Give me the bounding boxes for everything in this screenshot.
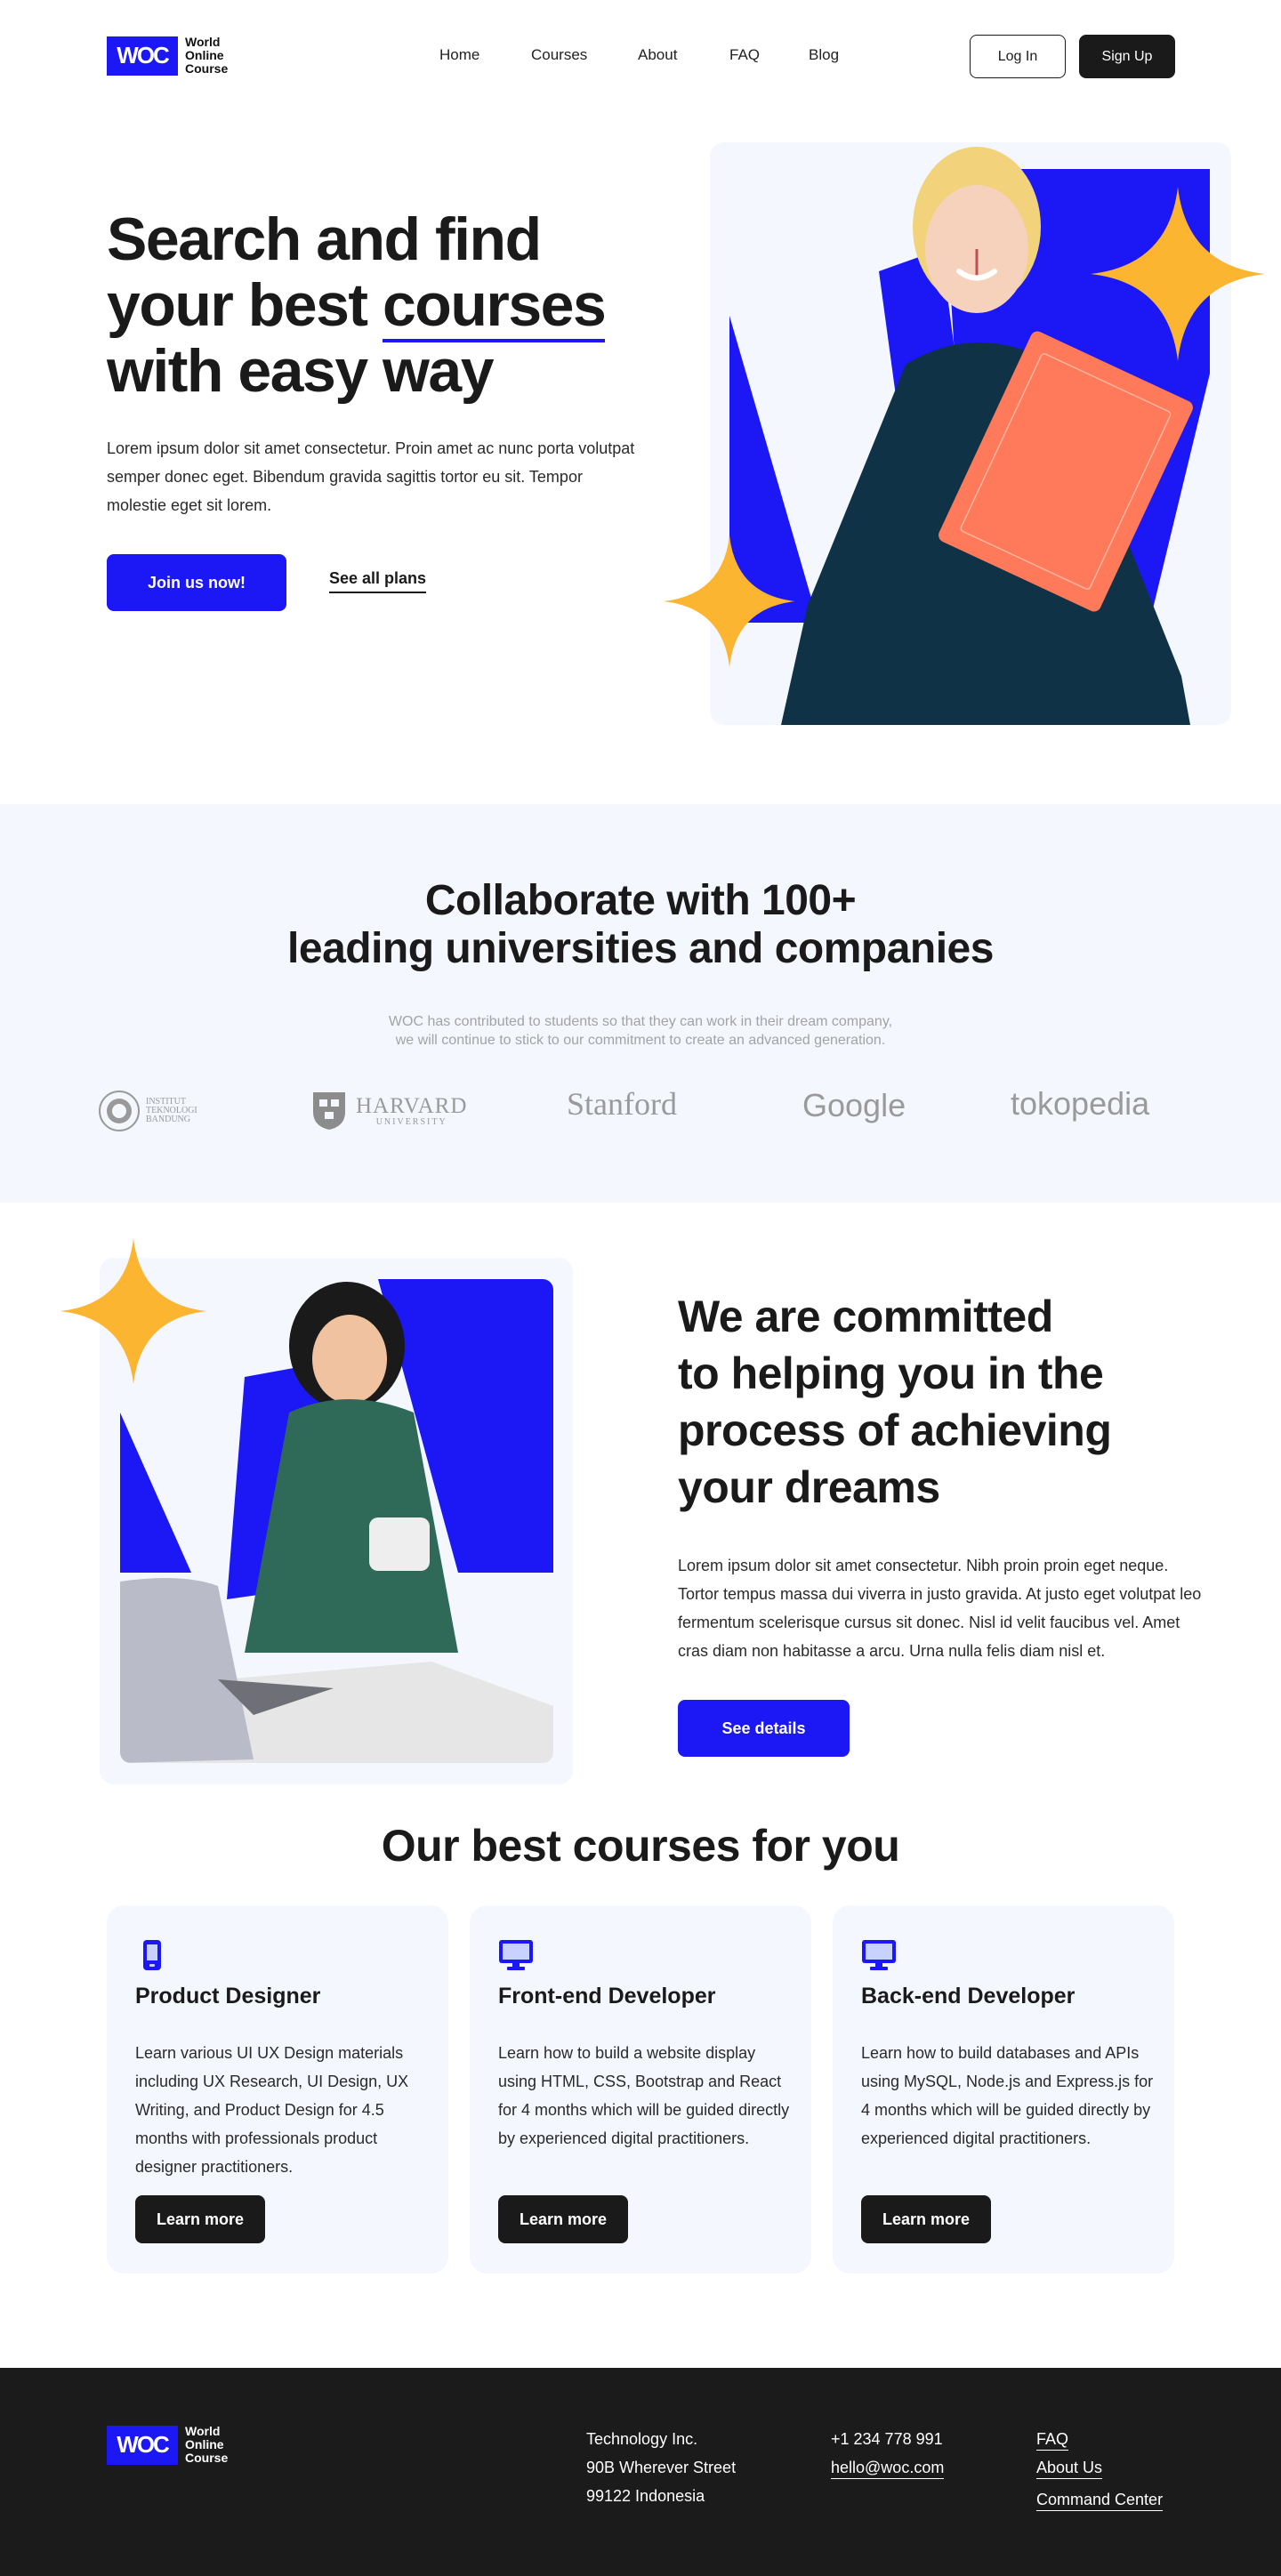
footer: WOC World Online Course Technology Inc. …: [0, 2368, 1281, 2576]
partners-section: [0, 804, 1281, 1203]
footer-links: FAQ About Us Command Center: [1036, 2425, 1164, 2514]
logo-mark: WOC: [107, 2425, 178, 2465]
signup-button[interactable]: Sign Up: [1079, 35, 1175, 78]
commitment-title: We are committed to helping you in the p…: [678, 1292, 1112, 1512]
course-description: Learn how to build databases and APIs us…: [861, 2044, 1154, 2147]
nav-faq[interactable]: FAQ: [729, 46, 760, 64]
learn-more-button[interactable]: Learn more: [135, 2195, 265, 2243]
nav-about[interactable]: About: [638, 46, 677, 64]
mobile-icon: [142, 1939, 162, 1976]
learn-more-button[interactable]: Learn more: [498, 2195, 628, 2243]
course-title: Front-end Developer: [498, 1984, 716, 2008]
star-icon: [60, 1238, 206, 1384]
see-all-plans-link[interactable]: See all plans: [329, 569, 427, 593]
learn-more-button[interactable]: Learn more: [861, 2195, 991, 2243]
logo-stanford: Stanford: [567, 1086, 677, 1122]
see-details-button[interactable]: See details: [678, 1700, 850, 1757]
join-us-button[interactable]: Join us now!: [107, 554, 286, 611]
courses-title: Our best courses for you: [381, 1821, 900, 1871]
monitor-icon: [861, 1939, 897, 1976]
star-icon: [1091, 187, 1265, 361]
nav-courses[interactable]: Courses: [531, 46, 587, 64]
login-button[interactable]: Log In: [970, 35, 1066, 78]
footer-link-about[interactable]: About Us: [1036, 2459, 1103, 2479]
harvard-shield-icon: [313, 1092, 345, 1130]
logo-google: Google: [802, 1087, 906, 1123]
logo-mark: WOC: [107, 36, 178, 76]
partners-title: Collaborate with 100+ leading universiti…: [287, 877, 994, 972]
course-card: Product Designer Learn various UI UX Des…: [107, 1905, 448, 2274]
monitor-icon: [498, 1939, 534, 1976]
course-description: Learn various UI UX Design materials inc…: [135, 2044, 409, 2176]
itb-emblem-icon: [99, 1091, 140, 1131]
logo-text: World Online Course: [185, 35, 229, 76]
nav-blog[interactable]: Blog: [809, 46, 839, 64]
hero-description: Lorem ipsum dolor sit amet consectetur. …: [107, 439, 635, 514]
course-card: Front-end Developer Learn how to build a…: [470, 1905, 811, 2274]
commitment-description: Lorem ipsum dolor sit amet consectetur. …: [678, 1557, 1202, 1660]
course-description: Learn how to build a website display usi…: [498, 2044, 790, 2147]
hero-title: Search and find your best courses with e…: [107, 205, 607, 405]
partners-subtitle: WOC has contributed to students so that …: [388, 1014, 893, 1048]
logo-harvard: HARVARD UNIVERSITY: [311, 1091, 467, 1131]
footer-contact: +1 234 778 991 hello@woc.com: [831, 2425, 945, 2482]
course-title: Product Designer: [135, 1984, 321, 2008]
nav-home[interactable]: Home: [439, 46, 479, 64]
footer-logo[interactable]: WOC World Online Course: [107, 2425, 228, 2465]
hero-title-highlight: courses: [382, 271, 607, 342]
course-card: Back-end Developer Learn how to build da…: [833, 1905, 1174, 2274]
footer-link-command-center[interactable]: Command Center: [1036, 2491, 1164, 2511]
logo-itb: INSTITUT TEKNOLOGI BANDUNG: [98, 1090, 197, 1132]
star-icon: [664, 535, 795, 667]
header-logo[interactable]: WOC World Online Course: [107, 36, 228, 76]
logo-text: World Online Course: [185, 2424, 229, 2465]
footer-email[interactable]: hello@woc.com: [831, 2459, 945, 2479]
footer-phone[interactable]: +1 234 778 991: [831, 2425, 944, 2453]
footer-address: Technology Inc. 90B Wherever Street 9912…: [586, 2430, 737, 2505]
logo-tokopedia: tokopedia: [1011, 1085, 1150, 1122]
footer-link-faq[interactable]: FAQ: [1036, 2430, 1069, 2451]
course-title: Back-end Developer: [861, 1984, 1076, 2008]
